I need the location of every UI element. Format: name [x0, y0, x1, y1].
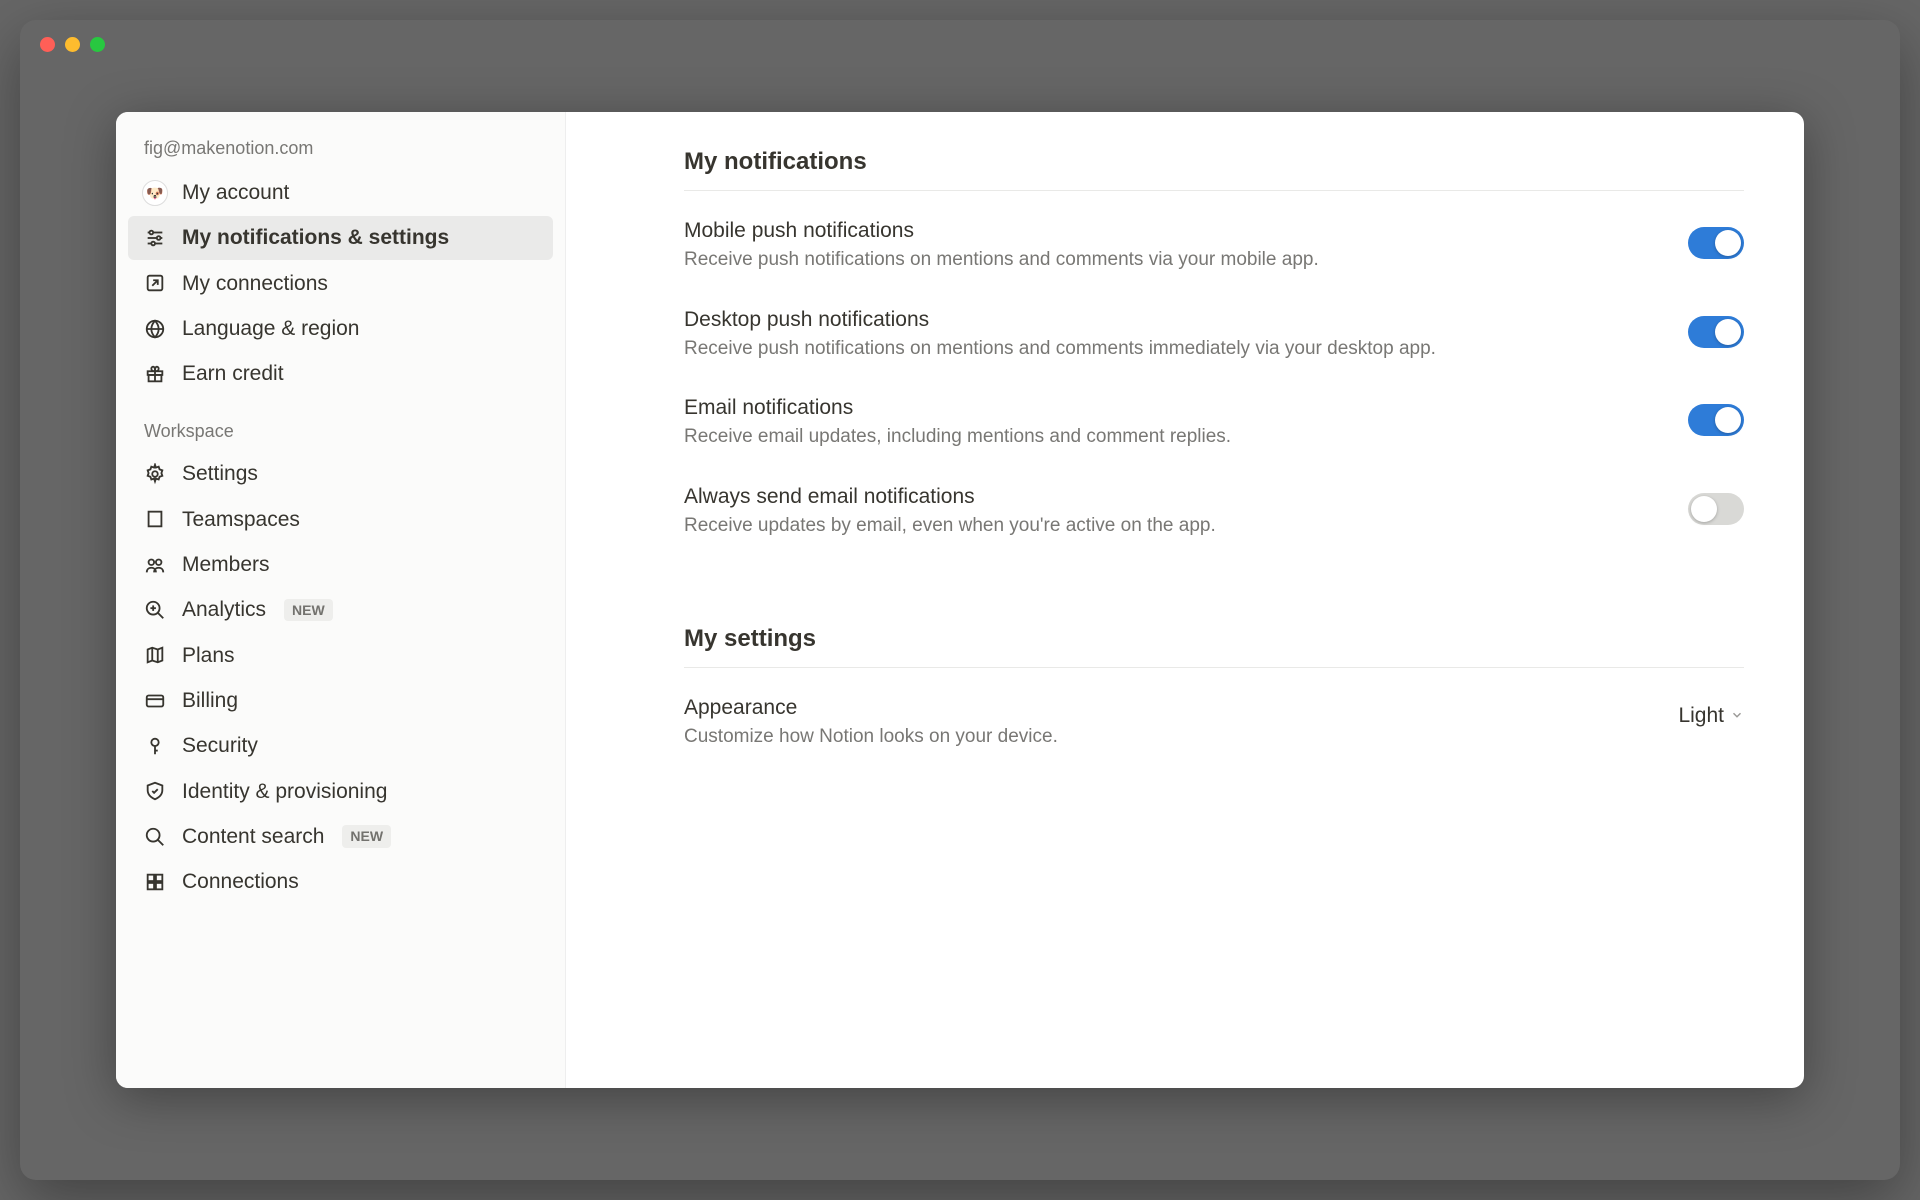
sidebar-item-analytics[interactable]: Analytics NEW	[128, 588, 553, 631]
sidebar-item-plans[interactable]: Plans	[128, 634, 553, 677]
titlebar	[20, 20, 1900, 68]
app-window: fig@makenotion.com 🐶 My account My notif…	[20, 20, 1900, 1180]
sidebar-item-identity-provisioning[interactable]: Identity & provisioning	[128, 770, 553, 813]
setting-description: Receive updates by email, even when you'…	[684, 513, 1464, 540]
map-icon	[142, 642, 168, 668]
setting-appearance: Appearance Customize how Notion looks on…	[684, 696, 1744, 751]
sidebar-item-label: Security	[182, 732, 258, 759]
toggle-always-email[interactable]	[1688, 493, 1744, 525]
sidebar-item-label: Earn credit	[182, 360, 284, 387]
sliders-icon	[142, 225, 168, 251]
sidebar-item-label: Plans	[182, 642, 235, 669]
setting-label: Email notifications	[684, 396, 1464, 420]
people-icon	[142, 552, 168, 578]
sidebar-item-members[interactable]: Members	[128, 543, 553, 586]
sidebar-item-my-connections[interactable]: My connections	[128, 262, 553, 305]
new-badge: NEW	[284, 599, 333, 621]
notifications-heading: My notifications	[684, 148, 1744, 176]
maximize-window-button[interactable]	[90, 37, 105, 52]
settings-heading: My settings	[684, 625, 1744, 653]
sidebar-item-settings[interactable]: Settings	[128, 452, 553, 495]
settings-modal: fig@makenotion.com 🐶 My account My notif…	[116, 112, 1804, 1088]
setting-description: Customize how Notion looks on your devic…	[684, 724, 1464, 751]
settings-sidebar: fig@makenotion.com 🐶 My account My notif…	[116, 112, 566, 1088]
magnify-chart-icon	[142, 597, 168, 623]
sidebar-item-label: Analytics	[182, 596, 266, 623]
sidebar-item-label: Identity & provisioning	[182, 778, 387, 805]
new-badge: NEW	[342, 825, 391, 847]
setting-always-email: Always send email notifications Receive …	[684, 485, 1744, 540]
avatar-icon: 🐶	[142, 180, 168, 206]
sidebar-item-earn-credit[interactable]: Earn credit	[128, 352, 553, 395]
setting-label: Desktop push notifications	[684, 308, 1464, 332]
search-icon	[142, 824, 168, 850]
setting-label: Appearance	[684, 696, 1464, 720]
sidebar-item-billing[interactable]: Billing	[128, 679, 553, 722]
account-email: fig@makenotion.com	[128, 130, 553, 169]
globe-icon	[142, 316, 168, 342]
sidebar-item-label: My account	[182, 179, 289, 206]
sidebar-item-label: My notifications & settings	[182, 224, 449, 251]
credit-card-icon	[142, 688, 168, 714]
sidebar-item-label: My connections	[182, 270, 328, 297]
setting-label: Mobile push notifications	[684, 219, 1464, 243]
toggle-email-notifications[interactable]	[1688, 404, 1744, 436]
settings-content: My notifications Mobile push notificatio…	[566, 112, 1804, 1088]
appearance-select[interactable]: Light	[1678, 704, 1744, 728]
sidebar-section-workspace: Workspace	[128, 397, 553, 450]
sidebar-item-connections[interactable]: Connections	[128, 860, 553, 903]
building-icon	[142, 506, 168, 532]
gear-icon	[142, 461, 168, 487]
sidebar-item-label: Connections	[182, 868, 299, 895]
sidebar-item-label: Language & region	[182, 315, 360, 342]
sidebar-item-label: Billing	[182, 687, 238, 714]
sidebar-item-security[interactable]: Security	[128, 724, 553, 767]
divider	[684, 667, 1744, 668]
sidebar-item-content-search[interactable]: Content search NEW	[128, 815, 553, 858]
setting-mobile-push: Mobile push notifications Receive push n…	[684, 219, 1744, 274]
setting-description: Receive push notifications on mentions a…	[684, 336, 1464, 363]
chevron-down-icon	[1730, 704, 1744, 728]
setting-desktop-push: Desktop push notifications Receive push …	[684, 308, 1744, 363]
sidebar-item-teamspaces[interactable]: Teamspaces	[128, 498, 553, 541]
grid-icon	[142, 869, 168, 895]
sidebar-item-my-account[interactable]: 🐶 My account	[128, 171, 553, 214]
sidebar-item-label: Teamspaces	[182, 506, 300, 533]
sidebar-item-language-region[interactable]: Language & region	[128, 307, 553, 350]
sidebar-item-label: Content search	[182, 823, 324, 850]
close-window-button[interactable]	[40, 37, 55, 52]
appearance-value: Light	[1678, 704, 1724, 728]
setting-description: Receive push notifications on mentions a…	[684, 247, 1464, 274]
toggle-desktop-push[interactable]	[1688, 316, 1744, 348]
key-icon	[142, 733, 168, 759]
minimize-window-button[interactable]	[65, 37, 80, 52]
gift-icon	[142, 361, 168, 387]
toggle-mobile-push[interactable]	[1688, 227, 1744, 259]
sidebar-item-label: Settings	[182, 460, 258, 487]
shield-icon	[142, 778, 168, 804]
setting-label: Always send email notifications	[684, 485, 1464, 509]
setting-description: Receive email updates, including mention…	[684, 424, 1464, 451]
setting-email-notifications: Email notifications Receive email update…	[684, 396, 1744, 451]
sidebar-item-notifications-settings[interactable]: My notifications & settings	[128, 216, 553, 259]
external-link-icon	[142, 270, 168, 296]
sidebar-item-label: Members	[182, 551, 270, 578]
divider	[684, 190, 1744, 191]
